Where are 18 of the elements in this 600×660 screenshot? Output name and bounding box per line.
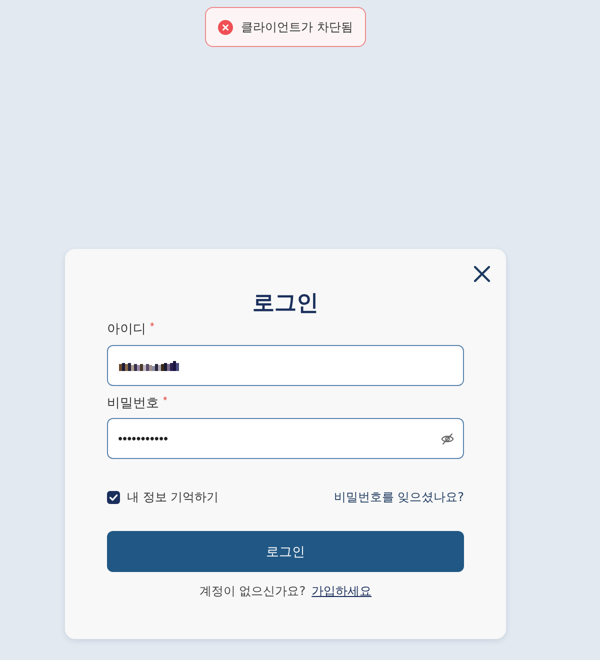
error-icon bbox=[218, 20, 233, 34]
required-mark: * bbox=[163, 396, 168, 407]
eye-slash-icon[interactable] bbox=[441, 432, 454, 444]
toast-message: 클라이언트가 차단됨 bbox=[241, 19, 353, 36]
login-button[interactable]: 로그인 bbox=[107, 531, 464, 572]
required-mark: * bbox=[150, 322, 154, 333]
signup-prompt: 계정이 없으신가요? bbox=[199, 583, 306, 600]
dialog-title: 로그인 bbox=[252, 290, 320, 318]
remember-label: 내 정보 기억하기 bbox=[127, 489, 219, 506]
close-icon bbox=[474, 266, 490, 282]
signup-link[interactable]: 가입하세요 bbox=[312, 582, 372, 600]
remember-checkbox[interactable] bbox=[107, 490, 120, 504]
field-label: 비밀번호 bbox=[107, 395, 159, 413]
forgot-password-link[interactable]: 비밀번호를 잊으셨나요? bbox=[334, 488, 464, 506]
password-field[interactable]: ••••••••••• bbox=[107, 418, 464, 459]
username-field[interactable] bbox=[107, 345, 464, 386]
field-label: 아이디 bbox=[107, 321, 146, 339]
close-button[interactable] bbox=[473, 265, 491, 283]
